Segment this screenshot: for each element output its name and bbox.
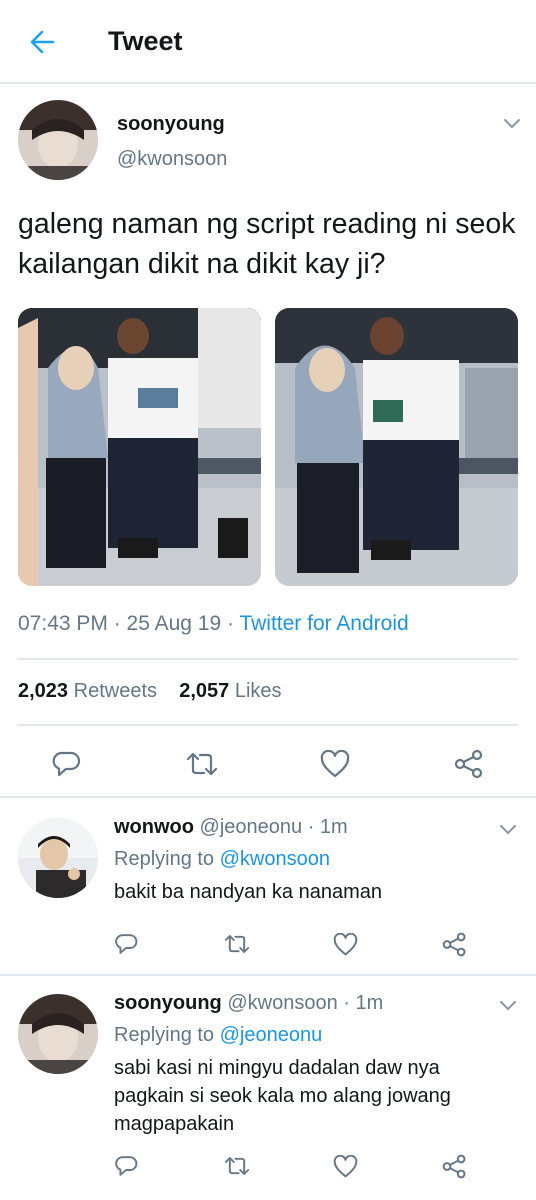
reply-button[interactable] [112, 930, 140, 958]
reply-tweet[interactable]: soonyoung @kwonsoon · 1m Replying to @je… [0, 976, 536, 1200]
reply-time: · 1m [307, 816, 348, 838]
replying-label: Replying to [114, 1024, 215, 1046]
retweet-button[interactable] [222, 1152, 252, 1180]
reply-icon [115, 934, 138, 954]
replying-to-link[interactable]: @jeoneonu [220, 1024, 323, 1046]
share-button[interactable] [451, 746, 487, 782]
avatar[interactable] [18, 994, 98, 1074]
heart-icon [333, 1154, 357, 1177]
page-title: Tweet [108, 26, 183, 56]
tweet-timestamp: 07:43 PM · 25 Aug 19 · [18, 612, 240, 635]
reply-author-name[interactable]: soonyoung [114, 992, 222, 1014]
reply-icon [115, 1156, 138, 1176]
retweet-icon [224, 935, 250, 953]
reply-button[interactable] [112, 1152, 140, 1180]
share-button[interactable] [440, 930, 468, 958]
retweet-icon [186, 752, 218, 776]
tweet-actions [0, 746, 536, 782]
tweet-text: galeng naman ng script reading ni seok k… [18, 208, 516, 280]
tweet-meta: 07:43 PM · 25 Aug 19 · Twitter for Andro… [18, 612, 409, 636]
author-name[interactable]: soonyoung [117, 113, 225, 136]
reply-author-name[interactable]: wonwoo [114, 816, 194, 838]
replying-to-link[interactable]: @kwonsoon [220, 848, 330, 870]
like-button[interactable] [331, 1152, 359, 1180]
share-button[interactable] [440, 1152, 468, 1180]
tweet-source-link[interactable]: Twitter for Android [239, 612, 408, 635]
likes-label: Likes [234, 680, 282, 702]
reply-author-handle[interactable]: @kwonsoon [227, 992, 337, 1014]
like-button[interactable] [331, 930, 359, 958]
replying-to: Replying to @kwonsoon [114, 848, 330, 871]
retweets-count: 2,023 [18, 680, 69, 702]
likes-stat[interactable]: 2,057 Likes [179, 680, 281, 702]
avatar-image [18, 100, 98, 180]
avatar[interactable] [18, 818, 98, 898]
arrow-left-icon [30, 30, 55, 54]
divider [18, 724, 518, 726]
reply-text: bakit ba nandyan ka nanaman [114, 881, 382, 903]
tweet-photo-1[interactable] [18, 308, 261, 586]
avatar-image [18, 994, 98, 1074]
reply-header: soonyoung @kwonsoon · 1m [114, 992, 383, 1015]
retweet-button[interactable] [222, 930, 252, 958]
top-bar: Tweet [0, 0, 536, 84]
likes-count: 2,057 [179, 680, 230, 702]
author-handle[interactable]: @kwonsoon [117, 148, 227, 171]
reply-button[interactable] [48, 746, 84, 782]
avatar-image [18, 818, 98, 898]
share-icon [442, 1154, 465, 1178]
reply-author-handle[interactable]: @jeoneonu [200, 816, 303, 838]
chevron-down-icon[interactable] [498, 998, 518, 1012]
reply-time: · 1m [343, 992, 384, 1014]
reply-actions [0, 1152, 536, 1182]
like-button[interactable] [317, 746, 353, 782]
replying-to: Replying to @jeoneonu [114, 1024, 322, 1047]
divider [18, 658, 518, 660]
avatar[interactable] [18, 100, 98, 180]
reply-header: wonwoo @jeoneonu · 1m [114, 816, 348, 839]
retweet-button[interactable] [184, 746, 220, 782]
reply-icon [52, 751, 81, 777]
retweets-label: Retweets [73, 680, 157, 702]
chevron-down-icon[interactable] [498, 822, 518, 836]
reply-tweet[interactable]: wonwoo @jeoneonu · 1m Replying to @kwons… [0, 798, 536, 974]
back-button[interactable] [22, 22, 62, 62]
retweet-icon [224, 1157, 250, 1175]
reply-actions [0, 930, 536, 960]
tweet-photo-2[interactable] [275, 308, 518, 586]
replying-label: Replying to [114, 848, 215, 870]
heart-icon [333, 932, 357, 955]
share-icon [454, 749, 483, 779]
chevron-down-icon[interactable] [502, 116, 522, 130]
reply-text: sabi kasi ni mingyu dadalan daw nya pagk… [114, 1057, 451, 1135]
share-icon [442, 932, 465, 956]
retweets-stat[interactable]: 2,023 Retweets [18, 680, 157, 702]
heart-icon [320, 750, 350, 778]
tweet-stats: 2,023 Retweets 2,057 Likes [18, 680, 282, 703]
